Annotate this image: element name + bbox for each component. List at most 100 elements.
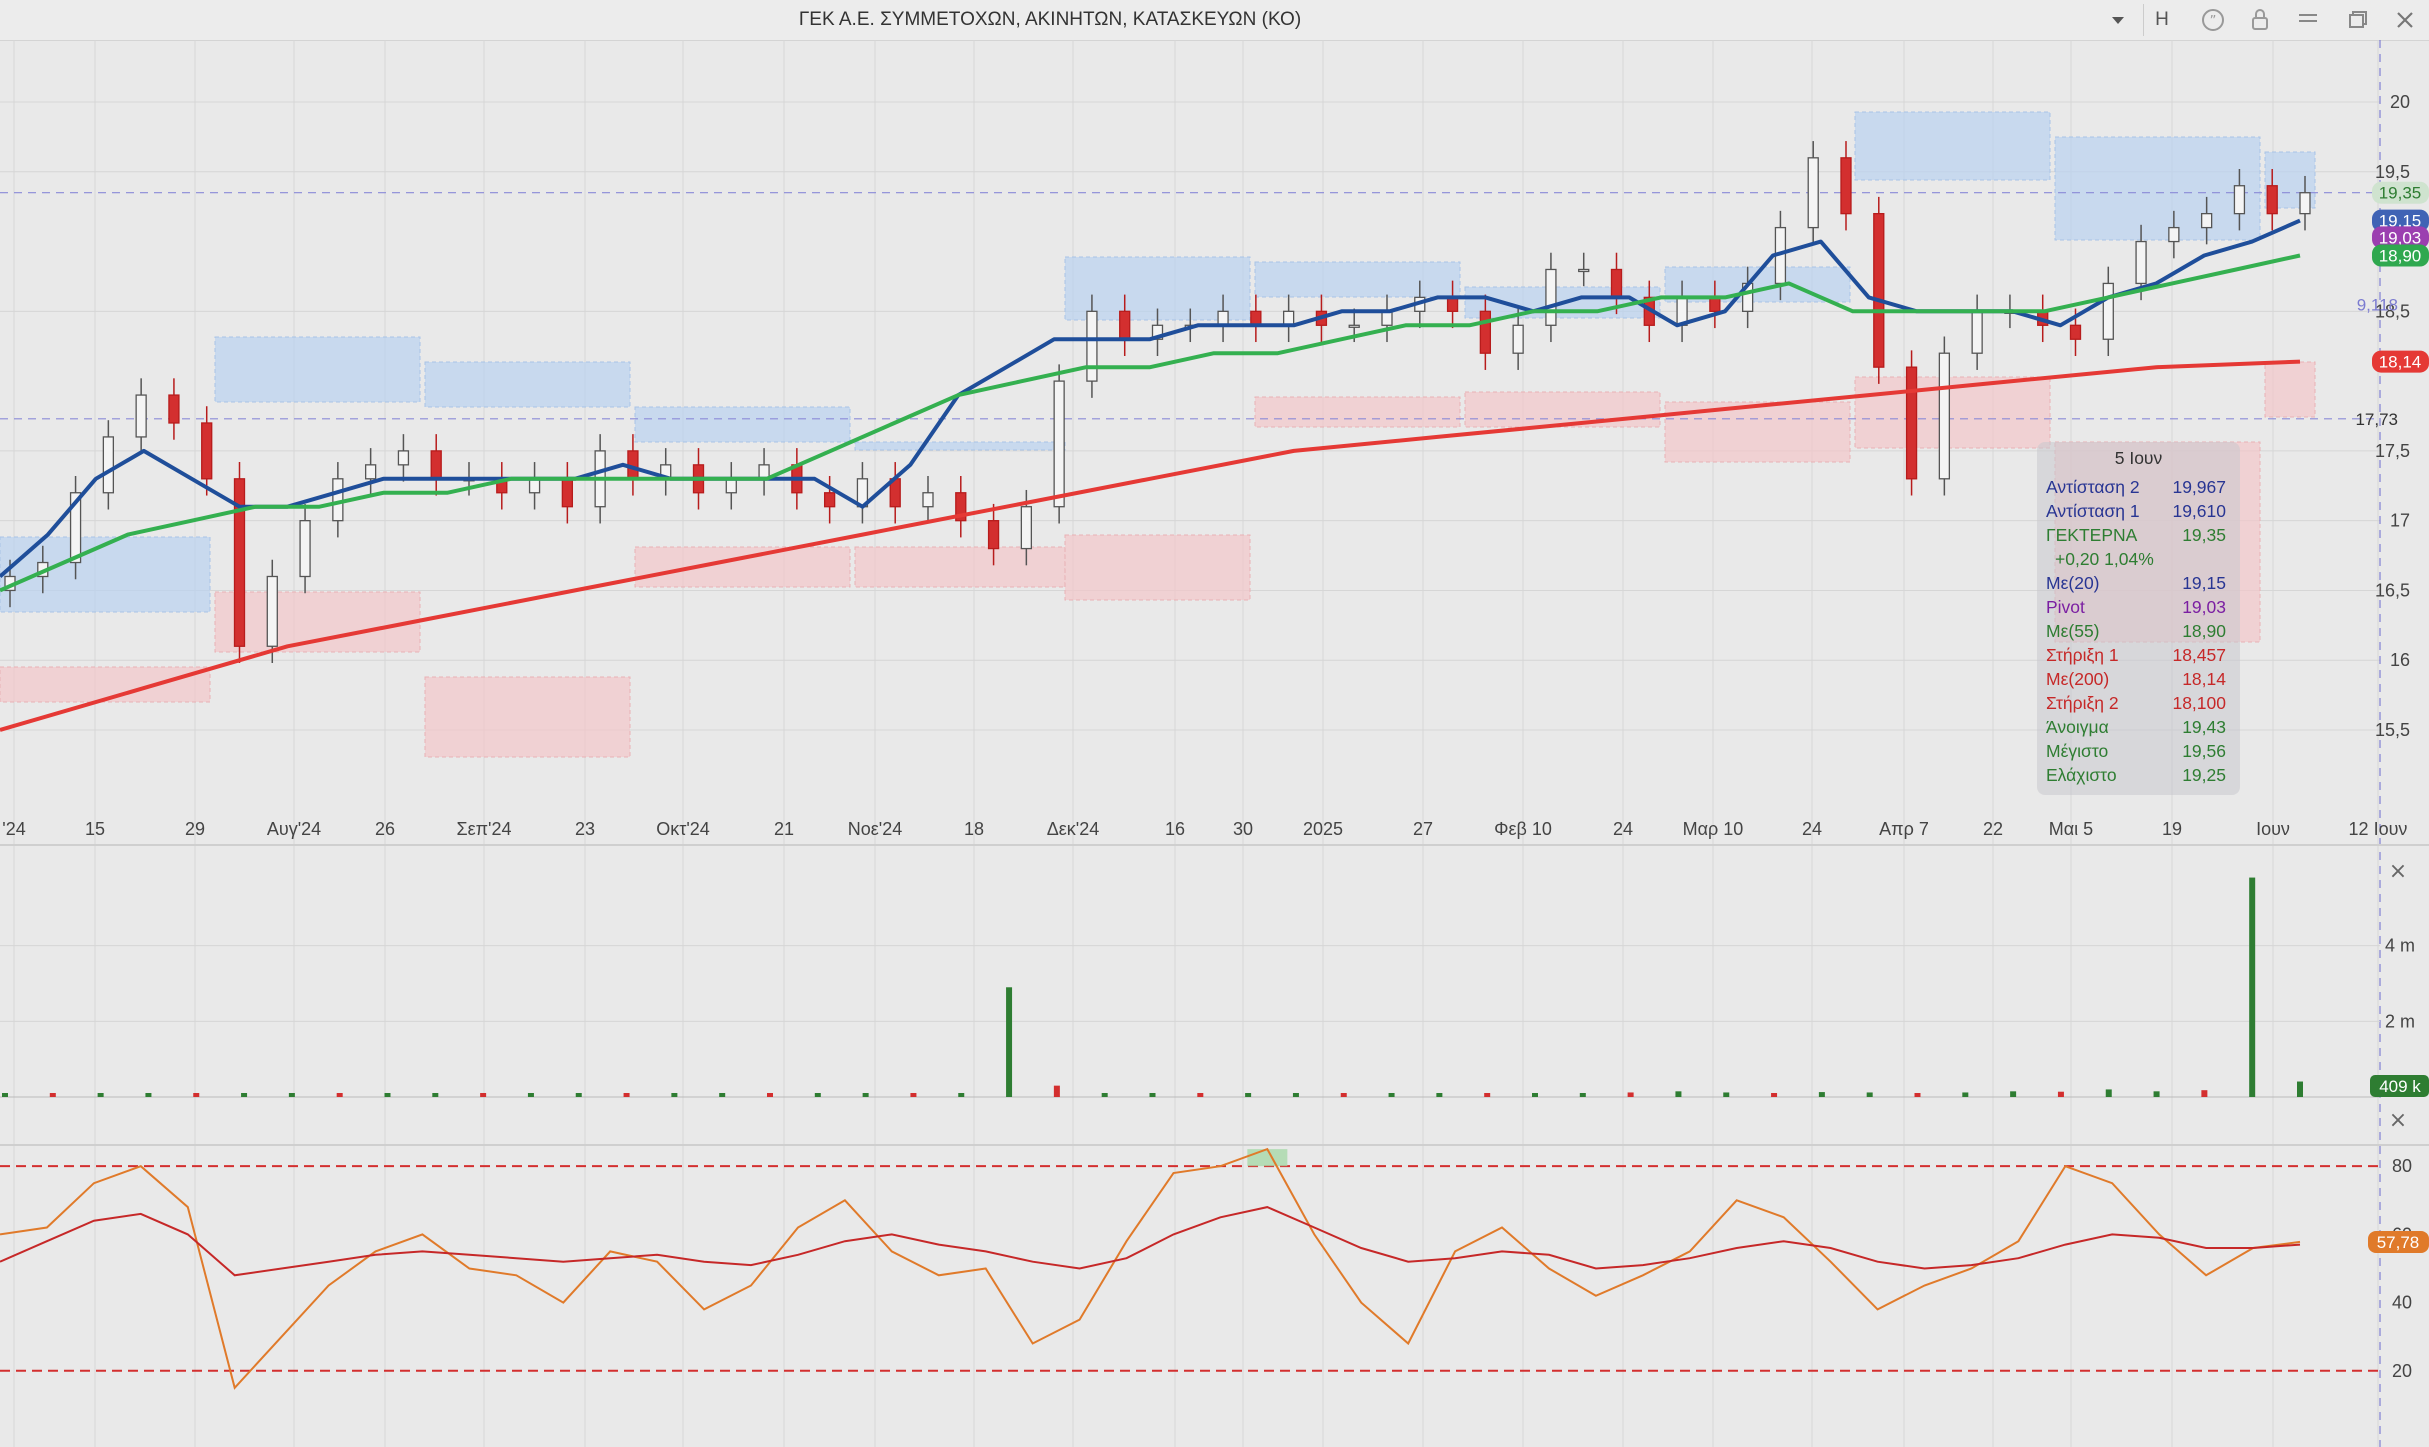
support-zone xyxy=(634,546,851,588)
candle-body xyxy=(102,436,115,494)
candle-body xyxy=(823,492,836,508)
volume-tick-label: 2 m xyxy=(2385,1011,2415,1031)
candle-body xyxy=(1348,324,1360,328)
time-axis: '24 15 29 Αυγ'24 26 Σεπ'24 23 Οκτ'24 21 Νοε'24 18 Δ… xyxy=(2,819,2407,839)
candle-body xyxy=(1250,310,1262,326)
volume-last-label: 409 k xyxy=(2379,1077,2421,1096)
oscillator-last-label: 57,78 xyxy=(2377,1233,2420,1252)
info-row: Αντίσταση 1 19,610 xyxy=(2037,499,2240,523)
volume-bar xyxy=(145,1093,152,1097)
time-tick-label: Οκτ'24 xyxy=(656,819,710,839)
volume-bar xyxy=(1101,1093,1108,1097)
time-tick-label: '24 xyxy=(2,819,25,839)
volume-bar xyxy=(1914,1093,1921,1097)
restore-icon[interactable] xyxy=(2338,4,2378,36)
time-tick-label: 26 xyxy=(375,819,395,839)
time-tick-label: Σεπ'24 xyxy=(456,819,511,839)
time-tick-label: 2025 xyxy=(1303,819,1343,839)
oscillator-signal-line xyxy=(0,1206,2301,1277)
candle-body xyxy=(2266,185,2278,215)
svg-text:”: ” xyxy=(2210,14,2217,29)
resistance-zone xyxy=(1254,261,1461,298)
time-tick-label: Αυγ'24 xyxy=(267,819,321,839)
support-zone xyxy=(854,546,1066,588)
volume-bar xyxy=(336,1093,343,1097)
support-zone xyxy=(214,591,421,653)
info-change: +0,20 1,04% xyxy=(2055,549,2154,569)
volume-bar xyxy=(480,1093,487,1097)
candle-body xyxy=(364,464,377,480)
volume-bar xyxy=(1484,1093,1491,1097)
candle-body xyxy=(299,520,311,578)
volume-bar xyxy=(2201,1090,2208,1097)
info-rows: Αντίσταση 2 19,967 Αντίσταση 1 19,610 ΓΕΚΤΕΡ… xyxy=(2037,475,2240,787)
support-zone xyxy=(0,666,211,703)
candle-body xyxy=(2102,282,2114,340)
time-tick-label: Δεκ'24 xyxy=(1047,819,1100,839)
time-tick-label: Μαρ 10 xyxy=(1683,819,1744,839)
candle-body xyxy=(430,450,442,480)
candle-body xyxy=(266,575,278,647)
info-row-value: 19,15 xyxy=(2182,573,2226,593)
info-row-value: 19,35 xyxy=(2182,525,2226,545)
info-row: Στήριξη 1 18,457 xyxy=(2037,643,2240,667)
candle-body xyxy=(1479,310,1492,354)
oscillator-tick-label: 20 xyxy=(2392,1361,2412,1381)
volume-bar xyxy=(1292,1093,1299,1097)
price-tick-label: 17 xyxy=(2390,511,2410,531)
volume-bar xyxy=(432,1093,439,1097)
volume-bar xyxy=(1962,1092,1969,1097)
candle-body xyxy=(1119,310,1131,340)
info-row-label: Άνοιγμα xyxy=(2046,717,2109,737)
info-row-value: 19,56 xyxy=(2182,741,2226,761)
oscillator-tick-label: 80 xyxy=(2392,1156,2412,1176)
time-tick-label: 21 xyxy=(774,819,794,839)
info-row-value: 18,90 xyxy=(2182,621,2226,641)
info-row-label: Στήριξη 2 xyxy=(2046,693,2119,713)
volume-bar xyxy=(193,1093,200,1097)
volume-bar xyxy=(2249,877,2256,1097)
info-row-label: Με(20) xyxy=(2046,573,2100,593)
candle-body xyxy=(1446,296,1459,312)
candle-body xyxy=(1840,157,1852,215)
volume-bar xyxy=(2153,1091,2160,1097)
info-date: 5 Ιουν xyxy=(2114,448,2163,468)
menu-icon[interactable] xyxy=(2288,4,2328,36)
info-row-label: Με(200) xyxy=(2046,669,2110,689)
close-icon[interactable] xyxy=(2385,4,2425,36)
candle-body xyxy=(397,450,410,466)
time-tick-label: 16 xyxy=(1165,819,1185,839)
support-zone xyxy=(1064,534,1251,601)
volume-bar xyxy=(2010,1091,2017,1097)
info-row-label: Στήριξη 1 xyxy=(2046,645,2119,665)
time-tick-label: 18 xyxy=(964,819,984,839)
quote-icon[interactable]: ” xyxy=(2193,4,2233,36)
price-marker-label: 19,35 xyxy=(2379,184,2422,203)
volume-bar xyxy=(288,1093,295,1097)
info-row: ΓΕΚΤΕΡΝΑ 19,35 xyxy=(2037,523,2240,547)
support-zone xyxy=(2264,361,2316,418)
candle-body xyxy=(168,394,180,424)
info-row-label: Pivot xyxy=(2046,597,2085,617)
resistance-zone xyxy=(1854,111,2051,181)
interval-button[interactable]: H xyxy=(2142,4,2182,36)
volume-bar xyxy=(1866,1092,1873,1097)
candle-body xyxy=(135,394,147,438)
resistance-zone xyxy=(424,361,631,408)
candle-body xyxy=(1807,157,1819,229)
volume-pane: 4 m 2 m 409 k × xyxy=(0,859,2429,1098)
support-zone xyxy=(1464,391,1661,428)
overbought-fill xyxy=(1247,1149,1288,1167)
time-tick-label: Φεβ 10 xyxy=(1494,819,1552,839)
chevron-down-icon[interactable] xyxy=(2098,4,2138,36)
resistance-zone xyxy=(634,406,851,443)
volume-bar xyxy=(1579,1093,1586,1097)
volume-bar xyxy=(1388,1093,1395,1097)
volume-bar xyxy=(241,1093,248,1097)
chart-title: ΓΕΚ Α.Ε. ΣΥΜΜΕΤΟΧΩΝ, ΑΚΙΝΗΤΩΝ, ΚΑΤΑΣΚΕΥΩ… xyxy=(798,9,1302,30)
candle-body xyxy=(201,422,213,480)
time-tick-label: 24 xyxy=(1613,819,1633,839)
resistance-zone xyxy=(854,441,1066,451)
info-row-label: Αντίσταση 1 xyxy=(2046,501,2140,521)
lock-icon[interactable] xyxy=(2240,4,2280,36)
